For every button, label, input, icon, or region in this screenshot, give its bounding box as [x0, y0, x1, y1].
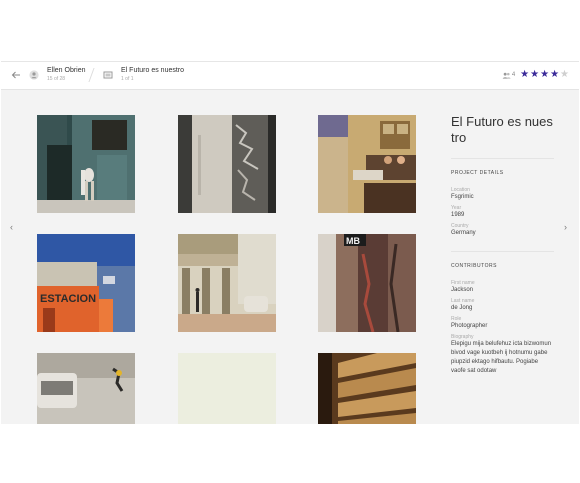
user-position: 15 of 28: [47, 76, 66, 82]
estacion-sign: ESTACION: [40, 293, 96, 305]
contributors-icon[interactable]: [502, 71, 511, 80]
photo-6[interactable]: MB: [318, 234, 416, 332]
photo-3[interactable]: [318, 115, 416, 213]
photo-4[interactable]: ESTACION: [37, 234, 135, 332]
photo-8[interactable]: [178, 353, 276, 424]
photo-1[interactable]: [37, 115, 135, 213]
star-icon[interactable]: ★: [530, 70, 539, 80]
divider: [451, 158, 554, 159]
divider: [451, 251, 554, 252]
country-value: Germany: [451, 230, 476, 236]
first-name-value: Jackson: [451, 287, 474, 293]
gallery-name: El Futuro es nuestro: [121, 67, 185, 74]
breadcrumb-gallery[interactable]: El Futuro es nuestro 1 of 1: [103, 67, 184, 83]
last-name-value: de Jong: [451, 305, 473, 311]
previous-arrow-icon[interactable]: ‹: [10, 222, 13, 232]
star-rating[interactable]: ★ ★ ★ ★ ★: [520, 70, 570, 80]
project-title: El Futuro es nuestro: [451, 114, 553, 145]
arrow-left-icon[interactable]: [11, 70, 21, 80]
photo-9[interactable]: [318, 353, 416, 424]
star-icon[interactable]: ★: [540, 70, 549, 80]
star-icon[interactable]: ★: [550, 70, 559, 80]
project-viewer: Ellen Obrien 15 of 28 El Futuro es nuest…: [1, 61, 579, 424]
user-icon: [29, 70, 39, 80]
contributors-count: 4: [511, 72, 516, 78]
gallery-icon: [103, 71, 113, 79]
location-value: Fsgrimic: [451, 194, 474, 200]
gallery-position: 1 of 1: [121, 76, 134, 82]
user-name: Ellen Obrien: [47, 67, 86, 74]
top-bar: Ellen Obrien 15 of 28 El Futuro es nuest…: [1, 62, 579, 90]
year-value: 1989: [451, 212, 465, 218]
next-arrow-icon[interactable]: ›: [564, 222, 567, 232]
photo-5[interactable]: [178, 234, 276, 332]
role-value: Photographer: [451, 323, 488, 329]
contributors-heading: CONTRIBUTORS: [451, 263, 497, 269]
photo-7[interactable]: [37, 353, 135, 424]
project-details-heading: PROJECT DETAILS: [451, 170, 504, 176]
mb-sign: MB: [346, 236, 360, 246]
toolbar-right: 4 ★ ★ ★ ★ ★: [502, 70, 570, 80]
photo-2[interactable]: [178, 115, 276, 213]
breadcrumb-user[interactable]: Ellen Obrien 15 of 28: [29, 67, 86, 83]
details-panel: El Futuro es nuestro PROJECT DETAILS Loc…: [451, 114, 554, 376]
star-icon[interactable]: ★: [560, 70, 569, 80]
breadcrumb-separator: [88, 68, 95, 82]
star-icon[interactable]: ★: [520, 70, 529, 80]
biography-text: Elepigu mija belufehuz icta bizwomun biv…: [451, 341, 552, 374]
